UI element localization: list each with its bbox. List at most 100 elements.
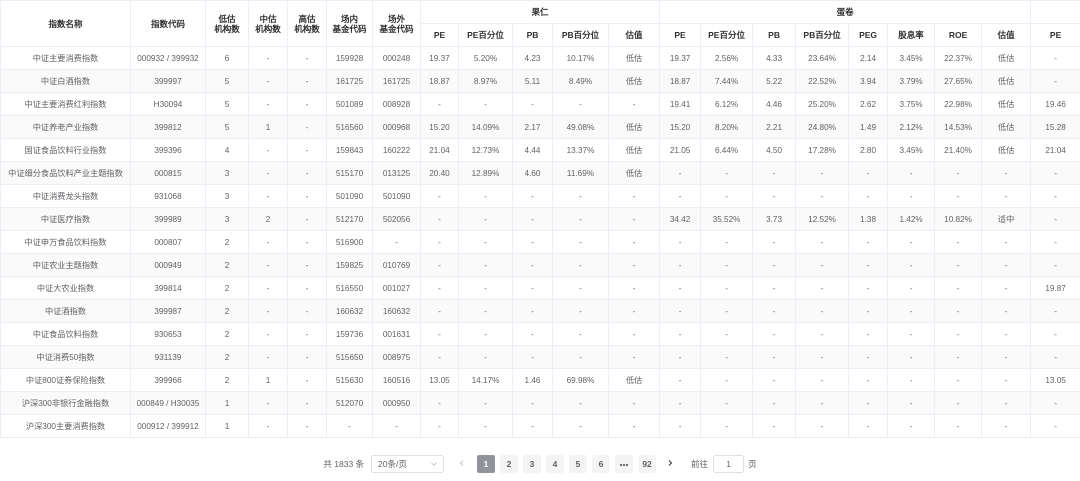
onsite-fund-code-header-line1: 场内 <box>340 13 358 24</box>
danjuan-pb-percentile-cell: - <box>795 161 850 185</box>
low-count-cell: 2 <box>205 253 249 277</box>
guoren-pe-percentile-cell: - <box>458 391 513 415</box>
guoren-pe-cell: - <box>420 230 459 254</box>
page-button-3[interactable]: 3 <box>523 455 542 473</box>
onsite-fund-code-cell: 516550 <box>326 276 373 300</box>
table-row: 中证酒指数 399987 2- -160632 160632- - - - - - - - - - - - - - <box>0 299 1080 323</box>
offsite-fund-code-cell: 008928 <box>372 92 421 116</box>
danjuan-pe-cell: - <box>659 253 702 277</box>
onsite-fund-code-cell: 159736 <box>326 322 373 346</box>
index-code-cell: 399997 <box>130 69 206 93</box>
danjuan-valuation-cell: - <box>981 414 1032 438</box>
danjuan-pb-percentile-cell: - <box>795 322 850 346</box>
goto-page-input[interactable] <box>713 455 745 473</box>
page-button-5[interactable]: 5 <box>569 455 588 473</box>
guoren-pb-cell: 4.60 <box>512 161 553 185</box>
high-count-cell: - <box>287 276 327 300</box>
low-count-header: 低估 机构数 <box>205 0 249 47</box>
prev-page-button[interactable] <box>454 455 470 473</box>
danjuan-pe-cell: - <box>659 368 702 392</box>
offsite-fund-code-cell: 000248 <box>372 46 421 70</box>
index-code-cell: 399989 <box>130 207 206 231</box>
danjuan-peg-cell: - <box>848 414 889 438</box>
next-page-button[interactable] <box>662 455 678 473</box>
offsite-fund-code-cell: 161725 <box>372 69 421 93</box>
low-count-cell: 2 <box>205 368 249 392</box>
mid-count-header-line2: 机构数 <box>255 23 281 34</box>
index-name-cell: 中证申万食品饮料指数 <box>0 230 131 254</box>
guoren-valuation-cell: - <box>607 92 661 116</box>
guoren-pb-header: PB <box>512 23 553 47</box>
guoren-pb-percentile-cell: - <box>552 184 609 208</box>
next-group-pe-cell: - <box>1030 230 1080 254</box>
danjuan-pb-cell: - <box>752 368 797 392</box>
low-count-cell: 3 <box>205 184 249 208</box>
table-row: 中证800证券保险指数 399966 2 1-515630 160516 13.05 14.… <box>0 368 1080 392</box>
offsite-fund-code-cell: 013125 <box>372 161 421 185</box>
guoren-pb-cell: - <box>512 299 553 323</box>
danjuan-pb-cell: 3.73 <box>752 207 797 231</box>
table-header: 指数名称 指数代码 低估 机构数 中估 机构数 高估 机构数 场内 基金代码 场外 基金代… <box>0 0 1080 47</box>
next-group-pe-cell: - <box>1030 69 1080 93</box>
offsite-fund-code-cell: 160516 <box>372 368 421 392</box>
header-row-groups: 指数名称 指数代码 低估 机构数 中估 机构数 高估 机构数 场内 基金代码 场外 基金代… <box>0 0 1080 47</box>
danjuan-pe-cell: - <box>659 414 702 438</box>
guoren-pe-cell: - <box>420 345 459 369</box>
total-count: 共 1833 条 <box>323 459 365 469</box>
offsite-fund-code-cell: 001027 <box>372 276 421 300</box>
guoren-pb-percentile-cell: - <box>552 322 609 346</box>
offsite-fund-code-header-line2: 基金代码 <box>379 23 414 34</box>
danjuan-valuation-cell: 低估 <box>981 138 1032 162</box>
danjuan-pe-percentile-header: PE百分位 <box>700 23 754 47</box>
index-name-header: 指数名称 <box>0 0 131 47</box>
low-count-header-line2: 机构数 <box>214 23 240 34</box>
guoren-valuation-cell: - <box>607 391 661 415</box>
danjuan-valuation-cell: - <box>981 391 1032 415</box>
danjuan-group-header: 蛋卷 <box>659 0 1032 24</box>
high-count-cell: - <box>287 345 327 369</box>
table-row: 中证主要消费红利指数 H30094 5- -501089 008928- - - - -19.4… <box>0 92 1080 116</box>
more-pages-button[interactable] <box>615 455 634 473</box>
guoren-group-header: 果仁 <box>419 0 661 24</box>
danjuan-pb-cell: - <box>752 230 797 254</box>
onsite-fund-code-cell: 516900 <box>326 230 373 254</box>
index-code-cell: 000849 / H30035 <box>130 391 206 415</box>
guoren-valuation-cell: - <box>607 207 661 231</box>
guoren-pe-cell: - <box>420 414 459 438</box>
mid-count-cell: - <box>248 322 288 346</box>
page-button-4[interactable]: 4 <box>546 455 565 473</box>
danjuan-peg-cell: 1.49 <box>848 115 889 139</box>
index-code-cell: 000807 <box>130 230 206 254</box>
guoren-pe-percentile-cell: - <box>458 207 513 231</box>
high-count-header: 高估 机构数 <box>287 0 327 47</box>
danjuan-pb-cell: - <box>752 299 797 323</box>
danjuan-pb-header: PB <box>752 23 797 47</box>
danjuan-pb-percentile-cell: - <box>795 391 850 415</box>
guoren-valuation-cell: 低估 <box>607 138 661 162</box>
danjuan-dividend-yield-cell: - <box>887 299 936 323</box>
mid-count-cell: - <box>248 92 288 116</box>
guoren-pb-percentile-cell: 8.49% <box>552 69 609 93</box>
index-name-cell: 中证农业主题指数 <box>0 253 131 277</box>
danjuan-dividend-yield-cell: - <box>887 322 936 346</box>
danjuan-pb-cell: - <box>752 276 797 300</box>
danjuan-pe-cell: - <box>659 391 702 415</box>
danjuan-dividend-yield-cell: - <box>887 184 936 208</box>
page-button-6[interactable]: 6 <box>592 455 611 473</box>
low-count-cell: 5 <box>205 69 249 93</box>
page-button-1[interactable]: 1 <box>477 455 496 473</box>
low-count-cell: 3 <box>205 207 249 231</box>
index-name-cell: 中证消费50指数 <box>0 345 131 369</box>
page-button-last[interactable]: 92 <box>638 455 657 473</box>
next-group-pe-header: PE <box>1030 23 1080 47</box>
index-name-cell: 中证大农业指数 <box>0 276 131 300</box>
page-size-select[interactable]: 20条/页 <box>371 455 445 473</box>
offsite-fund-code-cell: 502056 <box>372 207 421 231</box>
danjuan-roe-cell: - <box>934 161 983 185</box>
danjuan-pb-cell: 5.22 <box>752 69 797 93</box>
danjuan-dividend-yield-cell: - <box>887 368 936 392</box>
index-valuation-table: 指数名称 指数代码 低估 机构数 中估 机构数 高估 机构数 场内 基金代码 场外 基金代… <box>0 0 1080 438</box>
offsite-fund-code-header-line1: 场外 <box>387 13 405 24</box>
high-count-cell: - <box>287 391 327 415</box>
page-button-2[interactable]: 2 <box>500 455 519 473</box>
